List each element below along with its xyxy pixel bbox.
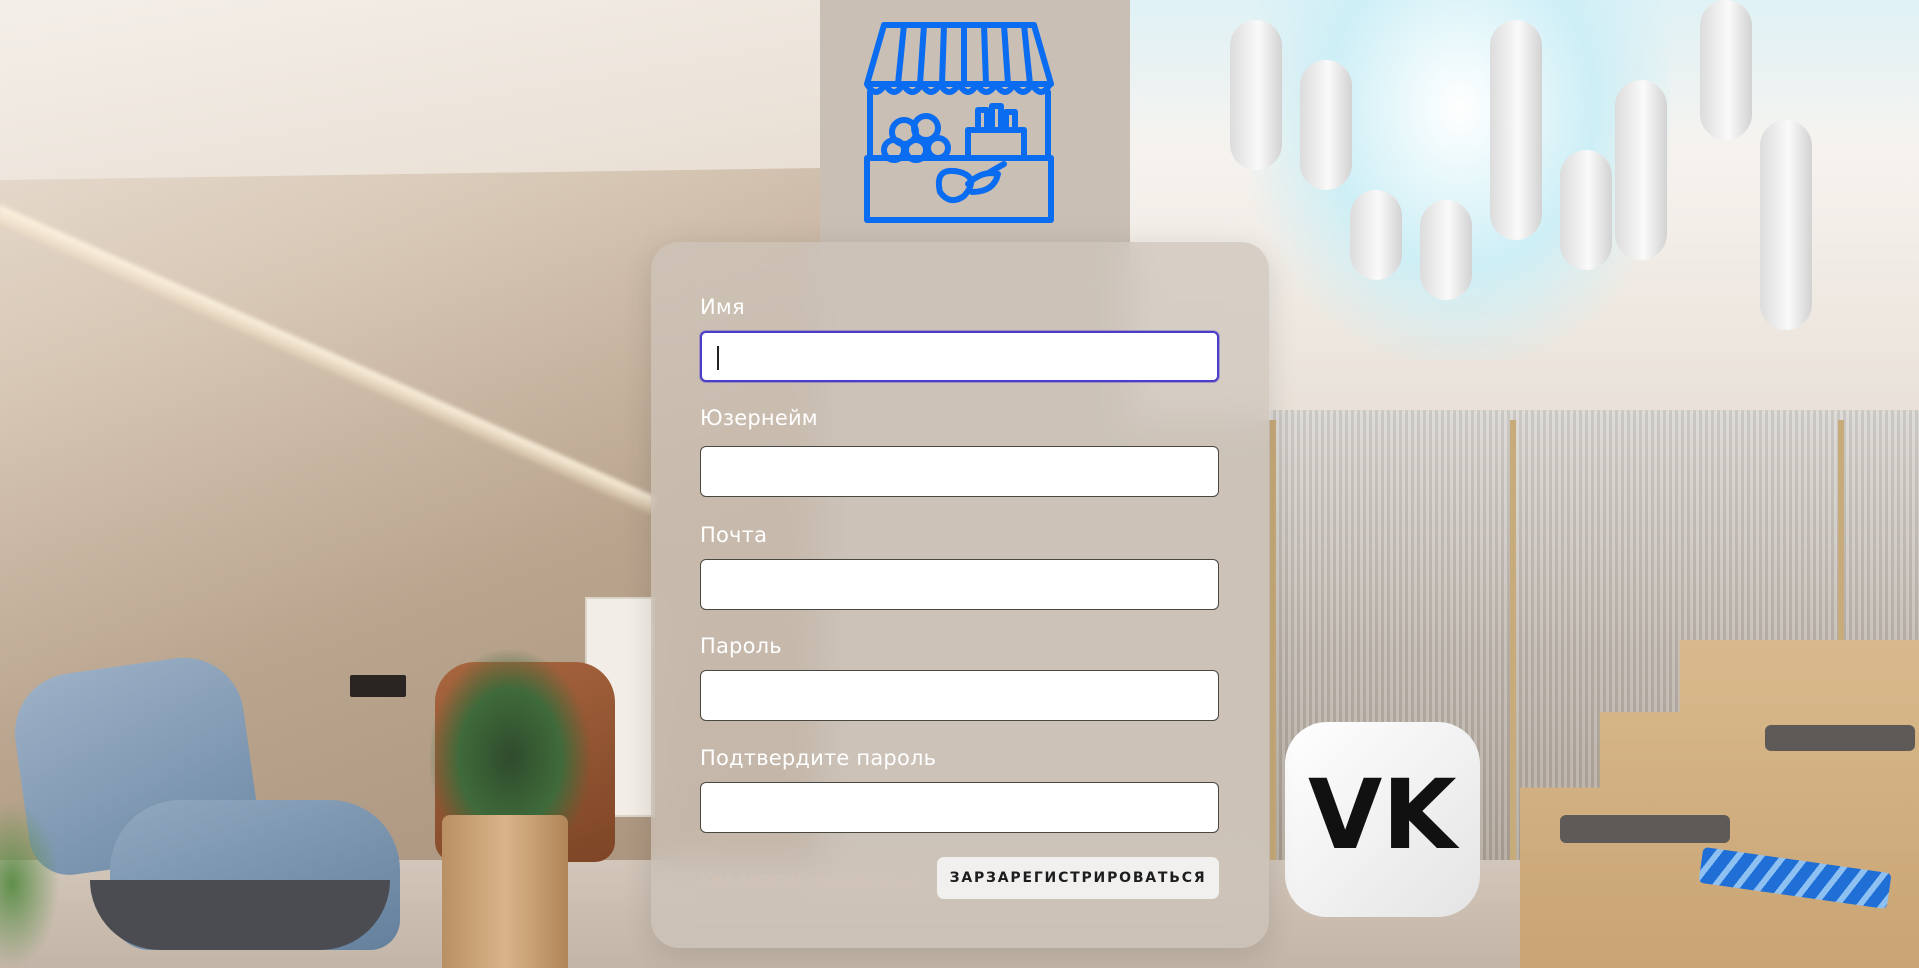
ceiling-tube bbox=[1700, 0, 1752, 140]
potted-plant bbox=[430, 650, 590, 830]
ceiling-tube bbox=[1350, 190, 1402, 280]
cushion bbox=[1560, 815, 1730, 843]
username-field-group: Юзернейм bbox=[700, 405, 1219, 497]
glass-frame bbox=[1270, 420, 1276, 890]
ceiling-tube bbox=[1420, 200, 1472, 300]
form-actions: Уже зарегистрировались? ЗАРЗАРЕГИСТРИРОВ… bbox=[700, 857, 1219, 899]
ceiling-tube bbox=[1490, 20, 1542, 240]
ceiling-tube bbox=[1300, 60, 1352, 190]
password-label: Пароль bbox=[700, 634, 782, 658]
glass-frame bbox=[1510, 420, 1516, 890]
username-label: Юзернейм bbox=[700, 406, 818, 430]
ceiling-tube bbox=[1560, 150, 1612, 270]
email-field-group: Почта bbox=[700, 522, 1219, 610]
ceiling-tube bbox=[1760, 120, 1812, 330]
confirm-password-input[interactable] bbox=[700, 782, 1219, 833]
name-input[interactable] bbox=[700, 331, 1219, 382]
password-field-group: Пароль bbox=[700, 633, 1219, 721]
market-stall-icon bbox=[864, 22, 1054, 223]
ceiling-tube bbox=[1615, 80, 1667, 260]
cushion bbox=[1765, 725, 1915, 751]
lounge-chair-shell bbox=[90, 880, 390, 950]
text-cursor bbox=[717, 346, 719, 370]
vk-logo: VK bbox=[1308, 759, 1457, 871]
username-input[interactable] bbox=[700, 446, 1219, 497]
confirm-password-label: Подтвердите пароль bbox=[700, 746, 937, 770]
name-label: Имя bbox=[700, 295, 745, 319]
password-input[interactable] bbox=[700, 670, 1219, 721]
light-switch bbox=[350, 675, 406, 697]
plant-leaves bbox=[0, 800, 60, 968]
already-registered-link[interactable]: Уже зарегистрировались? bbox=[700, 869, 921, 888]
email-input[interactable] bbox=[700, 559, 1219, 610]
email-label: Почта bbox=[700, 523, 768, 547]
confirm-password-field-group: Подтвердите пароль bbox=[700, 745, 1219, 833]
name-field-group: Имя bbox=[700, 294, 1219, 382]
registration-form-card: Имя Юзернейм Почта Пароль Подтвердите па… bbox=[651, 242, 1269, 948]
ceiling-tube bbox=[1230, 20, 1282, 170]
plant-pot bbox=[442, 815, 568, 968]
register-button[interactable]: ЗАРЗАРЕГИСТРИРОВАТЬСЯ bbox=[937, 857, 1219, 899]
